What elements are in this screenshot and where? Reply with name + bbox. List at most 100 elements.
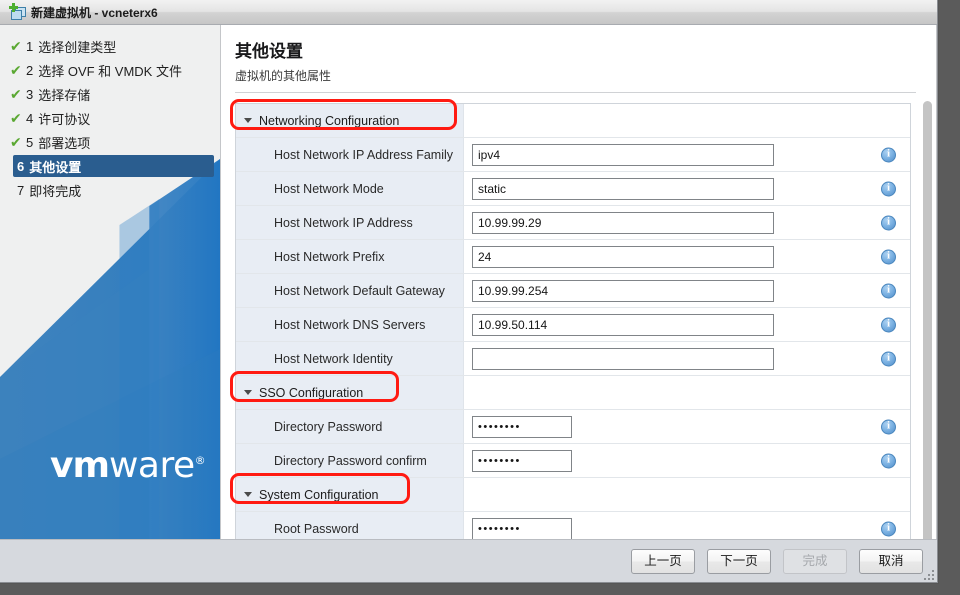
sidebar-step-4[interactable]: ✔ 4 许可协议 (6, 107, 214, 129)
check-icon: ✔ (10, 110, 22, 126)
sidebar-step-5[interactable]: ✔ 5 部署选项 (6, 131, 214, 153)
label-text: Networking Configuration (259, 113, 400, 128)
property-value-cell: ipv4 (464, 138, 910, 171)
property-row: Host Network Identity (236, 342, 910, 376)
step-label: 选择存储 (38, 87, 91, 103)
label-text: System Configuration (259, 487, 379, 502)
vmware-logo-vm: vm (50, 445, 110, 486)
property-value-cell (464, 478, 910, 511)
label-text: Host Network Identity (274, 351, 393, 366)
property-row: Directory Password •••••••• (236, 410, 910, 444)
info-icon[interactable] (881, 181, 896, 196)
vmware-logo-ware: ware (108, 445, 195, 486)
wizard-steps-sidebar: ✔ 1 选择创建类型 ✔ 2 选择 OVF 和 VMDK 文件 ✔ 3 选择存储… (0, 25, 221, 539)
vmware-logo: vmware® (50, 448, 206, 484)
label-text: Directory Password (274, 419, 383, 434)
check-icon: ✔ (10, 134, 22, 150)
property-row: Host Network Mode static (236, 172, 910, 206)
label-text: Host Network DNS Servers (274, 317, 426, 332)
info-icon[interactable] (881, 419, 896, 434)
cancel-button[interactable]: 取消 (859, 548, 923, 574)
wizard-steps-list: ✔ 1 选择创建类型 ✔ 2 选择 OVF 和 VMDK 文件 ✔ 3 选择存储… (0, 25, 220, 201)
check-icon: ✔ (10, 38, 22, 54)
password-input[interactable]: •••••••• (472, 449, 572, 472)
info-icon[interactable] (881, 215, 896, 230)
sidebar-step-7[interactable]: 7 即将完成 (13, 179, 214, 201)
password-input[interactable]: •••••••• (472, 415, 572, 438)
text-input[interactable]: ipv4 (472, 143, 774, 166)
chevron-down-icon (244, 390, 252, 395)
section-toggle[interactable]: System Configuration (236, 478, 464, 511)
sidebar-step-2[interactable]: ✔ 2 选择 OVF 和 VMDK 文件 (6, 59, 214, 81)
text-input[interactable]: 24 (472, 245, 774, 268)
section-toggle[interactable]: SSO Configuration (236, 376, 464, 409)
property-row: Host Network Default Gateway 10.99.99.254 (236, 274, 910, 308)
property-row: Host Network Prefix 24 (236, 240, 910, 274)
step-number: 2 (26, 62, 34, 78)
property-label: Host Network IP Address Family (236, 138, 464, 171)
back-button[interactable]: 上一页 (631, 548, 695, 574)
text-input[interactable]: static (472, 177, 774, 200)
property-value-cell: 10.99.99.254 (464, 274, 910, 307)
step-label: 即将完成 (29, 183, 82, 199)
step-label: 其他设置 (29, 159, 82, 175)
text-input[interactable]: 10.99.50.114 (472, 313, 774, 336)
property-row: Host Network IP Address 10.99.99.29 (236, 206, 910, 240)
section-header-row: Networking Configuration (236, 104, 910, 138)
property-value-cell (464, 376, 910, 409)
property-row: Directory Password confirm •••••••• (236, 444, 910, 478)
info-icon[interactable] (881, 521, 896, 536)
wizard-footer: 上一页 下一页 完成 取消 (0, 539, 937, 582)
info-icon[interactable] (881, 317, 896, 332)
property-value-cell: static (464, 172, 910, 205)
sidebar-step-3[interactable]: ✔ 3 选择存储 (6, 83, 214, 105)
info-icon[interactable] (881, 147, 896, 162)
window-titlebar[interactable]: 新建虚拟机 - vcneterx6 (0, 0, 937, 25)
vertical-scrollbar[interactable] (923, 99, 932, 539)
info-icon[interactable] (881, 283, 896, 298)
registered-mark: ® (194, 454, 206, 467)
property-row: Host Network IP Address Family ipv4 (236, 138, 910, 172)
resize-grip-icon[interactable] (922, 568, 934, 580)
text-input[interactable]: 10.99.99.29 (472, 211, 774, 234)
chevron-down-icon (244, 118, 252, 123)
chevron-down-icon (244, 492, 252, 497)
step-number: 6 (17, 158, 25, 174)
property-label: Host Network Default Gateway (236, 274, 464, 307)
section-header-row: SSO Configuration (236, 376, 910, 410)
step-number: 3 (26, 86, 34, 102)
page-title: 其他设置 (235, 42, 303, 61)
window-title: 新建虚拟机 - vcneterx6 (31, 5, 158, 20)
properties-scroll-area[interactable]: Networking Configuration Host Network IP … (221, 93, 936, 539)
info-icon[interactable] (881, 351, 896, 366)
properties-table: Networking Configuration Host Network IP … (235, 103, 911, 539)
next-button[interactable]: 下一页 (707, 548, 771, 574)
text-input[interactable]: 10.99.99.254 (472, 279, 774, 302)
sidebar-step-1[interactable]: ✔ 1 选择创建类型 (6, 35, 214, 57)
check-icon: ✔ (10, 86, 22, 102)
wizard-window: 新建虚拟机 - vcneterx6 ✔ 1 选择创建类型 ✔ 2 选择 OVF … (0, 0, 938, 583)
page-subtitle: 虚拟机的其他属性 (235, 69, 332, 83)
label-text: Host Network IP Address (274, 215, 413, 230)
property-label: Host Network Prefix (236, 240, 464, 273)
property-value-cell: •••••••• (464, 410, 910, 443)
password-input[interactable]: •••••••• (472, 517, 572, 539)
wizard-body: ✔ 1 选择创建类型 ✔ 2 选择 OVF 和 VMDK 文件 ✔ 3 选择存储… (0, 25, 937, 539)
check-icon: ✔ (10, 62, 22, 78)
step-label: 选择 OVF 和 VMDK 文件 (38, 63, 182, 79)
section-toggle[interactable]: Networking Configuration (236, 104, 464, 137)
info-icon[interactable] (881, 249, 896, 264)
text-input[interactable] (472, 347, 774, 370)
step-number: 5 (26, 134, 34, 150)
sidebar-step-6-current[interactable]: 6 其他设置 (13, 155, 214, 177)
step-number: 1 (26, 38, 34, 54)
new-vm-icon (7, 3, 27, 21)
wizard-content-pane: 其他设置 虚拟机的其他属性 Networking Configuration Ho… (221, 25, 937, 539)
property-label: Host Network DNS Servers (236, 308, 464, 341)
label-text: Host Network IP Address Family (274, 147, 453, 162)
info-icon[interactable] (881, 453, 896, 468)
label-text: Host Network Prefix (274, 249, 385, 264)
scrollbar-thumb[interactable] (923, 101, 932, 539)
step-number: 4 (26, 110, 34, 126)
property-value-cell (464, 342, 910, 375)
